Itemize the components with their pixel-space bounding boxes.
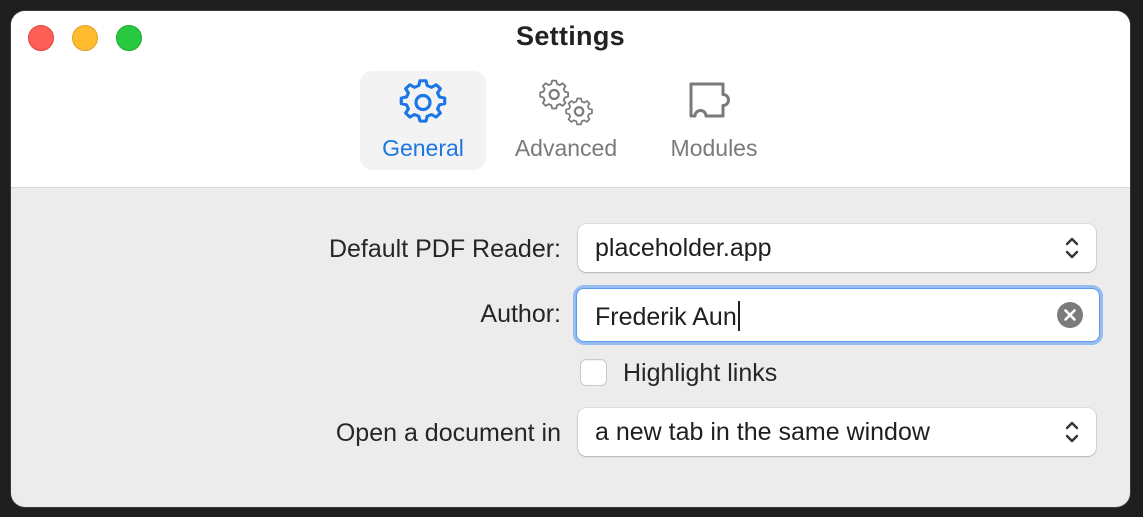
tab-advanced[interactable]: Advanced bbox=[497, 71, 635, 170]
author-text: Frederik Aun bbox=[595, 303, 737, 331]
open-document-label: Open a document in bbox=[335, 419, 561, 447]
pdf-reader-label: Default PDF Reader: bbox=[328, 235, 561, 263]
tab-modules[interactable]: Modules bbox=[652, 71, 776, 170]
highlight-links-checkbox[interactable] bbox=[580, 359, 607, 386]
open-document-popup[interactable]: a new tab in the same window bbox=[578, 408, 1096, 456]
tab-general-label: General bbox=[382, 135, 464, 161]
author-field[interactable]: Frederik Aun bbox=[576, 288, 1100, 342]
author-label: Author: bbox=[480, 300, 561, 328]
tab-advanced-label: Advanced bbox=[514, 135, 618, 161]
text-caret bbox=[737, 301, 740, 331]
tab-general[interactable]: General bbox=[360, 71, 486, 170]
pdf-reader-popup[interactable]: placeholder.app bbox=[578, 224, 1096, 272]
puzzle-piece-icon bbox=[686, 79, 742, 132]
up-down-chevron-icon bbox=[1064, 235, 1080, 266]
gear-icon bbox=[399, 79, 447, 132]
toolbar: Settings General Advanced Modules bbox=[11, 11, 1130, 188]
tab-modules-label: Modules bbox=[670, 135, 758, 161]
highlight-links-label[interactable]: Highlight links bbox=[623, 359, 777, 388]
pdf-reader-value: placeholder.app bbox=[595, 234, 772, 262]
open-document-value: a new tab in the same window bbox=[595, 418, 930, 446]
settings-window: Settings General Advanced Modules Defaul… bbox=[11, 11, 1130, 507]
author-value: Frederik Aun bbox=[595, 301, 740, 332]
clear-field-icon[interactable] bbox=[1057, 302, 1083, 328]
gears-icon bbox=[536, 79, 596, 132]
window-title: Settings bbox=[516, 21, 625, 51]
up-down-chevron-icon bbox=[1064, 419, 1080, 450]
